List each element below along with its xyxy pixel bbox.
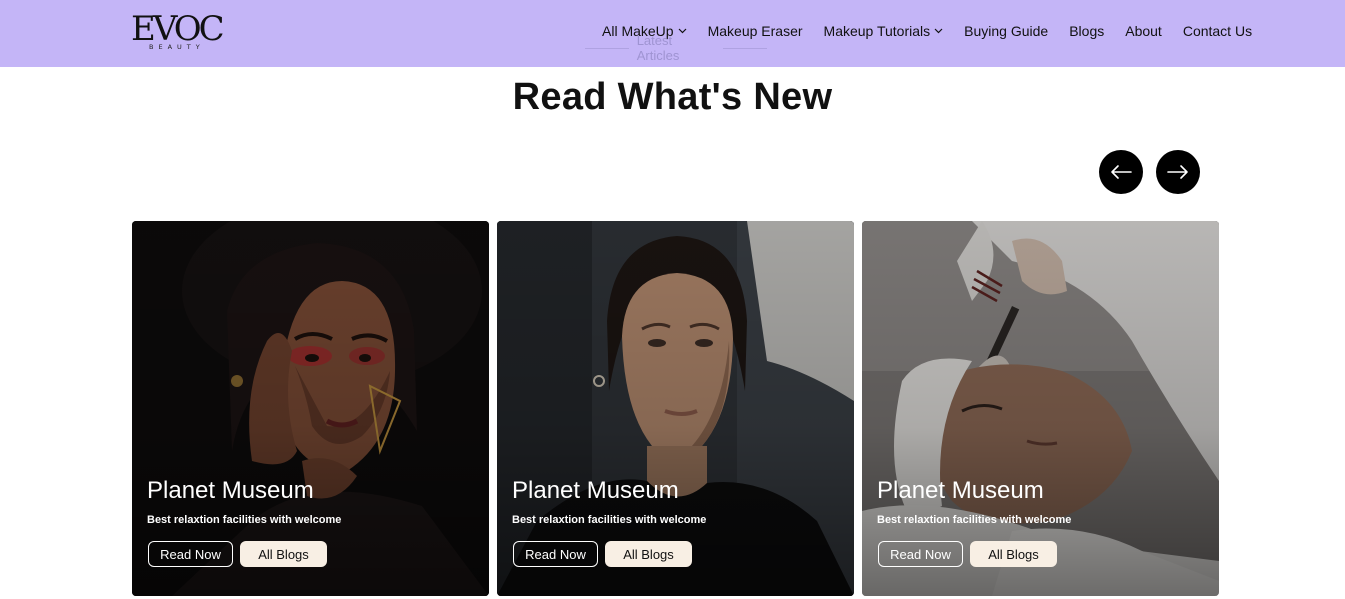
nav-item-label: Blogs bbox=[1069, 23, 1105, 39]
section-title: Read What's New bbox=[512, 76, 833, 118]
nav-item-makeup-tutorials[interactable]: Makeup Tutorials bbox=[824, 22, 944, 40]
blog-card[interactable]: Planet Museum Best relaxtion facilities … bbox=[497, 221, 854, 596]
nav-item-about[interactable]: About bbox=[1125, 22, 1162, 40]
carousel-next-button[interactable] bbox=[1156, 150, 1200, 194]
card-description: Best relaxtion facilities with welcome bbox=[877, 514, 1072, 526]
nav-item-label: Makeup Eraser bbox=[707, 23, 803, 39]
blog-card[interactable]: Planet Museum Best relaxtion facilities … bbox=[132, 221, 489, 596]
nav-item-makeup-eraser[interactable]: Makeup Eraser bbox=[708, 22, 803, 40]
all-blogs-button[interactable]: All Blogs bbox=[240, 541, 327, 567]
card-overlay bbox=[132, 221, 489, 596]
card-title: Planet Museum bbox=[877, 477, 1044, 504]
logo-wordmark: EVOC bbox=[131, 9, 225, 49]
read-now-button[interactable]: Read Now bbox=[878, 541, 963, 567]
carousel-prev-button[interactable] bbox=[1099, 150, 1143, 194]
card-title: Planet Museum bbox=[147, 477, 314, 504]
eyebrow-divider bbox=[723, 47, 767, 49]
read-now-button[interactable]: Read Now bbox=[513, 541, 598, 567]
card-overlay bbox=[862, 221, 1219, 596]
section-eyebrow: Latest Articles bbox=[585, 33, 767, 63]
card-description: Best relaxtion facilities with welcome bbox=[512, 514, 707, 526]
nav-item-label: About bbox=[1125, 23, 1162, 39]
chevron-down-icon bbox=[934, 28, 943, 34]
nav-item-label: Makeup Tutorials bbox=[823, 23, 931, 39]
arrow-left-icon bbox=[1111, 165, 1132, 179]
all-blogs-button[interactable]: All Blogs bbox=[605, 541, 692, 567]
nav-item-blogs[interactable]: Blogs bbox=[1069, 22, 1104, 40]
nav-item-label: Buying Guide bbox=[964, 23, 1049, 39]
nav-item-buying-guide[interactable]: Buying Guide bbox=[964, 22, 1048, 40]
nav-item-label: Contact Us bbox=[1182, 23, 1253, 39]
card-overlay bbox=[497, 221, 854, 596]
card-title: Planet Museum bbox=[512, 477, 679, 504]
blog-card[interactable]: Planet Museum Best relaxtion facilities … bbox=[862, 221, 1219, 596]
all-blogs-button[interactable]: All Blogs bbox=[970, 541, 1057, 567]
eyebrow-label: Latest Articles bbox=[636, 33, 680, 63]
eyebrow-divider bbox=[585, 47, 629, 49]
arrow-right-icon bbox=[1167, 165, 1188, 179]
read-now-button[interactable]: Read Now bbox=[148, 541, 233, 567]
nav-item-contact-us[interactable]: Contact Us bbox=[1183, 22, 1252, 40]
brand-logo[interactable]: EVOC BEAUTY bbox=[131, 12, 229, 52]
logo-tagline: BEAUTY bbox=[149, 43, 205, 51]
card-description: Best relaxtion facilities with welcome bbox=[147, 514, 342, 526]
